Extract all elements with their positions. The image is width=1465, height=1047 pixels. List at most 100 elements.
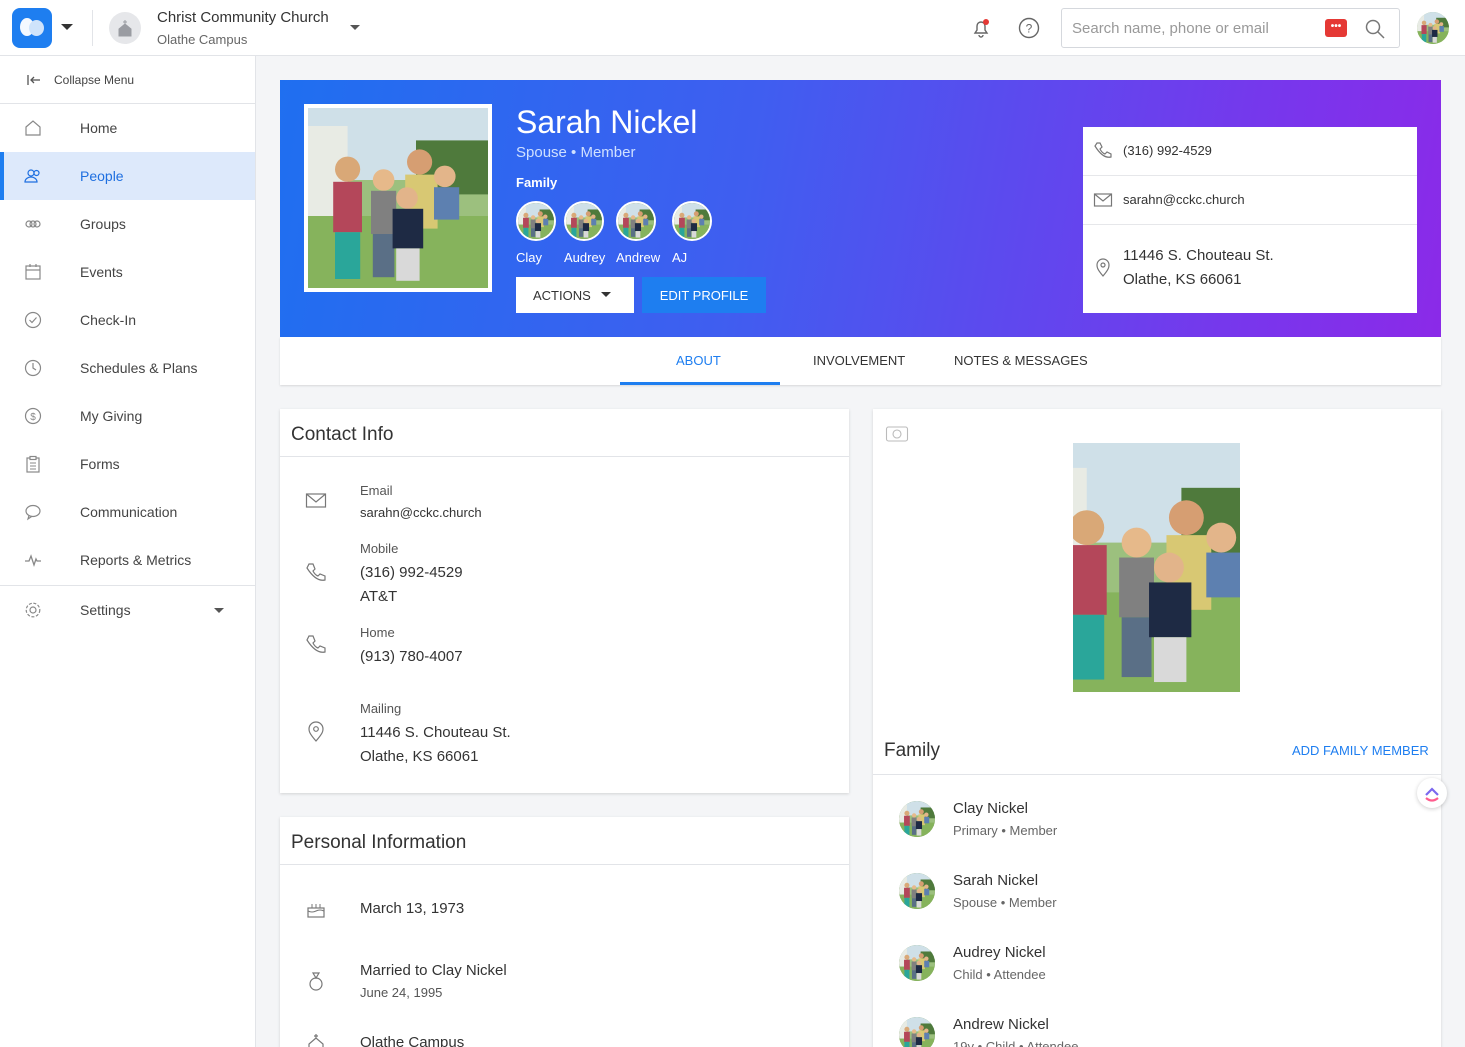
phone-icon bbox=[306, 563, 326, 581]
sidebar-item-giving[interactable]: $ My Giving bbox=[0, 392, 255, 440]
family-member-avatar[interactable] bbox=[899, 801, 935, 837]
sidebar-item-schedules[interactable]: Schedules & Plans bbox=[0, 344, 255, 392]
help-icon[interactable]: ? bbox=[1018, 17, 1040, 39]
sidebar-item-forms[interactable]: Forms bbox=[0, 440, 255, 488]
church-name[interactable]: Christ Community Church bbox=[157, 9, 329, 26]
family-member-role: 19y • Child • Attendee bbox=[953, 1039, 1079, 1047]
home-phone-value[interactable]: (913) 780-4007 bbox=[360, 648, 463, 665]
tab-involvement[interactable]: INVOLVEMENT bbox=[813, 353, 905, 368]
sidebar-item-label: Groups bbox=[80, 216, 126, 232]
notification-bell-icon[interactable] bbox=[970, 17, 992, 39]
chevron-down-icon bbox=[601, 292, 611, 297]
family-member-role: Primary • Member bbox=[953, 823, 1058, 838]
app-logo-icon[interactable] bbox=[12, 8, 52, 48]
family-photo bbox=[1073, 443, 1240, 692]
profile-header: Sarah Nickel Spouse • Member Family Clay… bbox=[280, 80, 1441, 337]
clickup-extension-icon[interactable] bbox=[1417, 778, 1447, 808]
church-campus[interactable]: Olathe Campus bbox=[157, 32, 247, 47]
user-avatar[interactable] bbox=[1417, 12, 1449, 44]
header-address-row[interactable]: 11446 S. Chouteau St. Olathe, KS 66061 bbox=[1083, 225, 1417, 313]
sidebar-item-people[interactable]: People bbox=[0, 152, 255, 200]
family-title: Family bbox=[884, 740, 940, 761]
family-avatar-aj[interactable] bbox=[672, 201, 712, 241]
email-value[interactable]: sarahn@cckc.church bbox=[360, 505, 482, 520]
chevron-down-icon[interactable] bbox=[214, 608, 224, 613]
family-name[interactable]: Clay bbox=[516, 250, 542, 265]
family-member-name[interactable]: Audrey Nickel bbox=[953, 944, 1046, 961]
header-address-line1: 11446 S. Chouteau St. bbox=[1123, 247, 1274, 264]
header-email[interactable]: sarahn@cckc.church bbox=[1123, 192, 1245, 207]
card-title: Personal Information bbox=[291, 832, 467, 853]
family-member-name[interactable]: Sarah Nickel bbox=[953, 872, 1038, 889]
sidebar-item-label: Schedules & Plans bbox=[80, 360, 198, 376]
edit-profile-button[interactable]: EDIT PROFILE bbox=[642, 277, 766, 313]
header-phone[interactable]: (316) 992-4529 bbox=[1123, 143, 1212, 158]
chat-icon bbox=[25, 504, 41, 521]
password-manager-icon[interactable]: ••• bbox=[1325, 19, 1347, 37]
anniversary-value: June 24, 1995 bbox=[360, 985, 443, 1000]
profile-role: Spouse • Member bbox=[516, 144, 636, 161]
mobile-value[interactable]: (316) 992-4529 bbox=[360, 564, 463, 581]
card-title: Contact Info bbox=[291, 424, 394, 445]
sidebar-item-home[interactable]: Home bbox=[0, 104, 255, 152]
family-member-role: Spouse • Member bbox=[953, 895, 1057, 910]
sidebar: Collapse Menu Home People Groups Events … bbox=[0, 56, 256, 1047]
sidebar-item-label: Home bbox=[80, 120, 118, 136]
sidebar-item-label: Forms bbox=[80, 456, 120, 472]
add-family-member-link[interactable]: ADD FAMILY MEMBER bbox=[1292, 743, 1429, 758]
family-member-avatar[interactable] bbox=[899, 873, 935, 909]
church-switcher-chevron-icon[interactable] bbox=[350, 25, 360, 30]
profile-photo[interactable] bbox=[304, 104, 492, 292]
family-member-name[interactable]: Andrew Nickel bbox=[953, 1016, 1049, 1033]
mailing-label: Mailing bbox=[360, 701, 402, 716]
clipboard-icon bbox=[26, 455, 40, 473]
search-icon[interactable] bbox=[1364, 18, 1386, 40]
divider bbox=[280, 456, 849, 457]
location-pin-icon bbox=[1096, 258, 1110, 277]
ring-icon bbox=[309, 972, 323, 991]
family-avatar-audrey[interactable] bbox=[564, 201, 604, 241]
search-box[interactable]: ••• bbox=[1061, 8, 1400, 48]
top-bar: Christ Community Church Olathe Campus ? … bbox=[0, 0, 1465, 56]
sidebar-item-settings[interactable]: Settings bbox=[0, 586, 255, 634]
family-avatar-andrew[interactable] bbox=[616, 201, 656, 241]
sidebar-item-reports[interactable]: Reports & Metrics bbox=[0, 536, 255, 584]
gear-icon bbox=[25, 602, 41, 618]
actions-button[interactable]: ACTIONS bbox=[516, 277, 634, 313]
family-name[interactable]: Audrey bbox=[564, 250, 605, 265]
mailing-line1: 11446 S. Chouteau St. bbox=[360, 724, 511, 741]
dollar-icon: $ bbox=[24, 407, 42, 425]
header-phone-row[interactable]: (316) 992-4529 bbox=[1083, 127, 1417, 176]
sidebar-item-label: Check-In bbox=[80, 312, 137, 328]
tab-about[interactable]: ABOUT bbox=[676, 353, 721, 368]
collapse-menu-button[interactable]: Collapse Menu bbox=[0, 56, 255, 104]
camera-icon[interactable] bbox=[885, 423, 909, 443]
family-member-avatar[interactable] bbox=[899, 945, 935, 981]
family-member-avatar[interactable] bbox=[899, 1017, 935, 1047]
mobile-carrier: AT&T bbox=[360, 588, 398, 605]
sidebar-item-groups[interactable]: Groups bbox=[0, 200, 255, 248]
collapse-menu-label: Collapse Menu bbox=[54, 73, 135, 87]
profile-name: Sarah Nickel bbox=[516, 104, 698, 140]
search-input[interactable] bbox=[1072, 17, 1312, 39]
active-tab-indicator bbox=[620, 382, 780, 385]
church-icon bbox=[109, 12, 141, 44]
sidebar-item-check-in[interactable]: Check-In bbox=[0, 296, 255, 344]
mailing-line2: Olathe, KS 66061 bbox=[360, 748, 479, 765]
sidebar-item-label: Events bbox=[80, 264, 123, 280]
sidebar-item-communication[interactable]: Communication bbox=[0, 488, 255, 536]
sidebar-item-label: Communication bbox=[80, 504, 178, 520]
family-name[interactable]: Andrew bbox=[616, 250, 660, 265]
phone-icon bbox=[306, 635, 326, 653]
home-icon bbox=[25, 120, 41, 136]
actions-label: ACTIONS bbox=[533, 287, 591, 303]
header-email-row[interactable]: sarahn@cckc.church bbox=[1083, 176, 1417, 225]
family-avatar-clay[interactable] bbox=[516, 201, 556, 241]
family-member-name[interactable]: Clay Nickel bbox=[953, 800, 1028, 817]
tab-notes-messages[interactable]: NOTES & MESSAGES bbox=[954, 353, 1088, 368]
sidebar-item-label: Settings bbox=[80, 602, 131, 618]
groups-icon bbox=[25, 220, 41, 228]
app-switcher-chevron-icon[interactable] bbox=[61, 24, 73, 30]
family-name[interactable]: AJ bbox=[672, 250, 687, 265]
sidebar-item-events[interactable]: Events bbox=[0, 248, 255, 296]
